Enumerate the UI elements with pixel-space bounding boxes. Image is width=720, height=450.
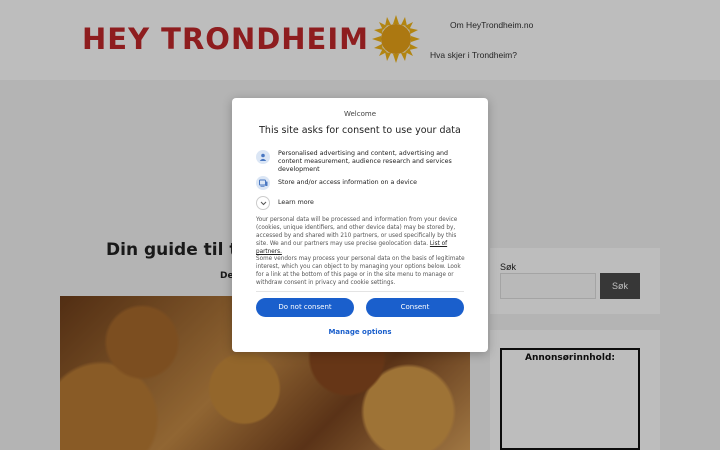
- learn-more-toggle[interactable]: Learn more: [256, 196, 468, 210]
- chevron-down-icon: [256, 196, 270, 210]
- person-icon: [256, 150, 270, 164]
- purpose-personalised-ads: Personalised advertising and content, ad…: [256, 150, 468, 174]
- learn-more-label: Learn more: [278, 199, 314, 206]
- consent-title: This site asks for consent to use your d…: [259, 125, 461, 136]
- consent-button[interactable]: Consent: [366, 298, 464, 317]
- consent-body-part: Your personal data will be processed and…: [256, 217, 458, 247]
- consent-legit-interest-text: Some vendors may process your personal d…: [256, 256, 465, 286]
- device-icon: [256, 176, 270, 190]
- consent-body-text: Your personal data will be processed and…: [256, 216, 466, 256]
- purpose-text: Personalised advertising and content, ad…: [278, 150, 452, 173]
- purpose-device-storage: Store and/or access information on a dev…: [256, 176, 468, 190]
- consent-dialog: Welcome This site asks for consent to us…: [232, 98, 488, 352]
- consent-welcome: Welcome: [343, 110, 377, 118]
- purpose-text: Store and/or access information on a dev…: [278, 179, 418, 186]
- do-not-consent-button[interactable]: Do not consent: [256, 298, 354, 317]
- divider: [256, 291, 464, 292]
- manage-options-link[interactable]: Manage options: [232, 328, 488, 336]
